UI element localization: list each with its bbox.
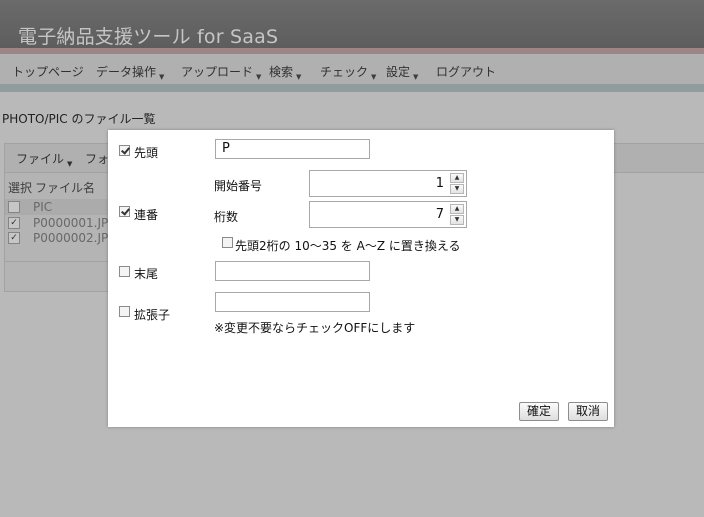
extension-input[interactable] [215, 292, 370, 312]
start-number-label: 開始番号 [214, 179, 263, 193]
stepper-up-icon[interactable]: ▲ [450, 173, 464, 183]
stepper-down-icon[interactable]: ▼ [450, 215, 464, 225]
stepper-arrows: ▲ ▼ [450, 173, 464, 194]
replace-letters-checkbox[interactable] [222, 237, 233, 248]
prefix-label: 先頭 [134, 146, 159, 160]
digits-value: 7 [435, 207, 444, 222]
serial-checkbox[interactable] [119, 206, 130, 217]
extension-label: 拡張子 [134, 308, 171, 322]
digits-stepper[interactable]: 7 ▲ ▼ [309, 201, 467, 228]
stepper-down-icon[interactable]: ▼ [450, 184, 464, 194]
extension-checkbox[interactable] [119, 306, 130, 317]
serial-label: 連番 [134, 208, 159, 222]
suffix-input[interactable] [215, 261, 370, 281]
prefix-input[interactable]: P [215, 139, 370, 159]
stepper-arrows: ▲ ▼ [450, 204, 464, 225]
digits-label: 桁数 [214, 210, 239, 224]
suffix-label: 末尾 [134, 267, 159, 281]
cancel-button[interactable]: 取消 [568, 402, 608, 421]
prefix-checkbox[interactable] [119, 145, 130, 156]
confirm-button[interactable]: 確定 [519, 402, 559, 421]
start-number-stepper[interactable]: 1 ▲ ▼ [309, 170, 467, 197]
suffix-checkbox[interactable] [119, 266, 130, 277]
replace-letters-label: 先頭2桁の 10～35 を A～Z に置き換える [235, 239, 461, 253]
start-number-value: 1 [435, 176, 444, 191]
stepper-up-icon[interactable]: ▲ [450, 204, 464, 214]
hint-note: ※変更不要ならチェックOFFにします [214, 321, 416, 335]
rename-dialog: 先頭 P 開始番号 1 ▲ ▼ 連番 桁数 7 ▲ ▼ 先頭2桁の 10～35 … [108, 130, 614, 427]
